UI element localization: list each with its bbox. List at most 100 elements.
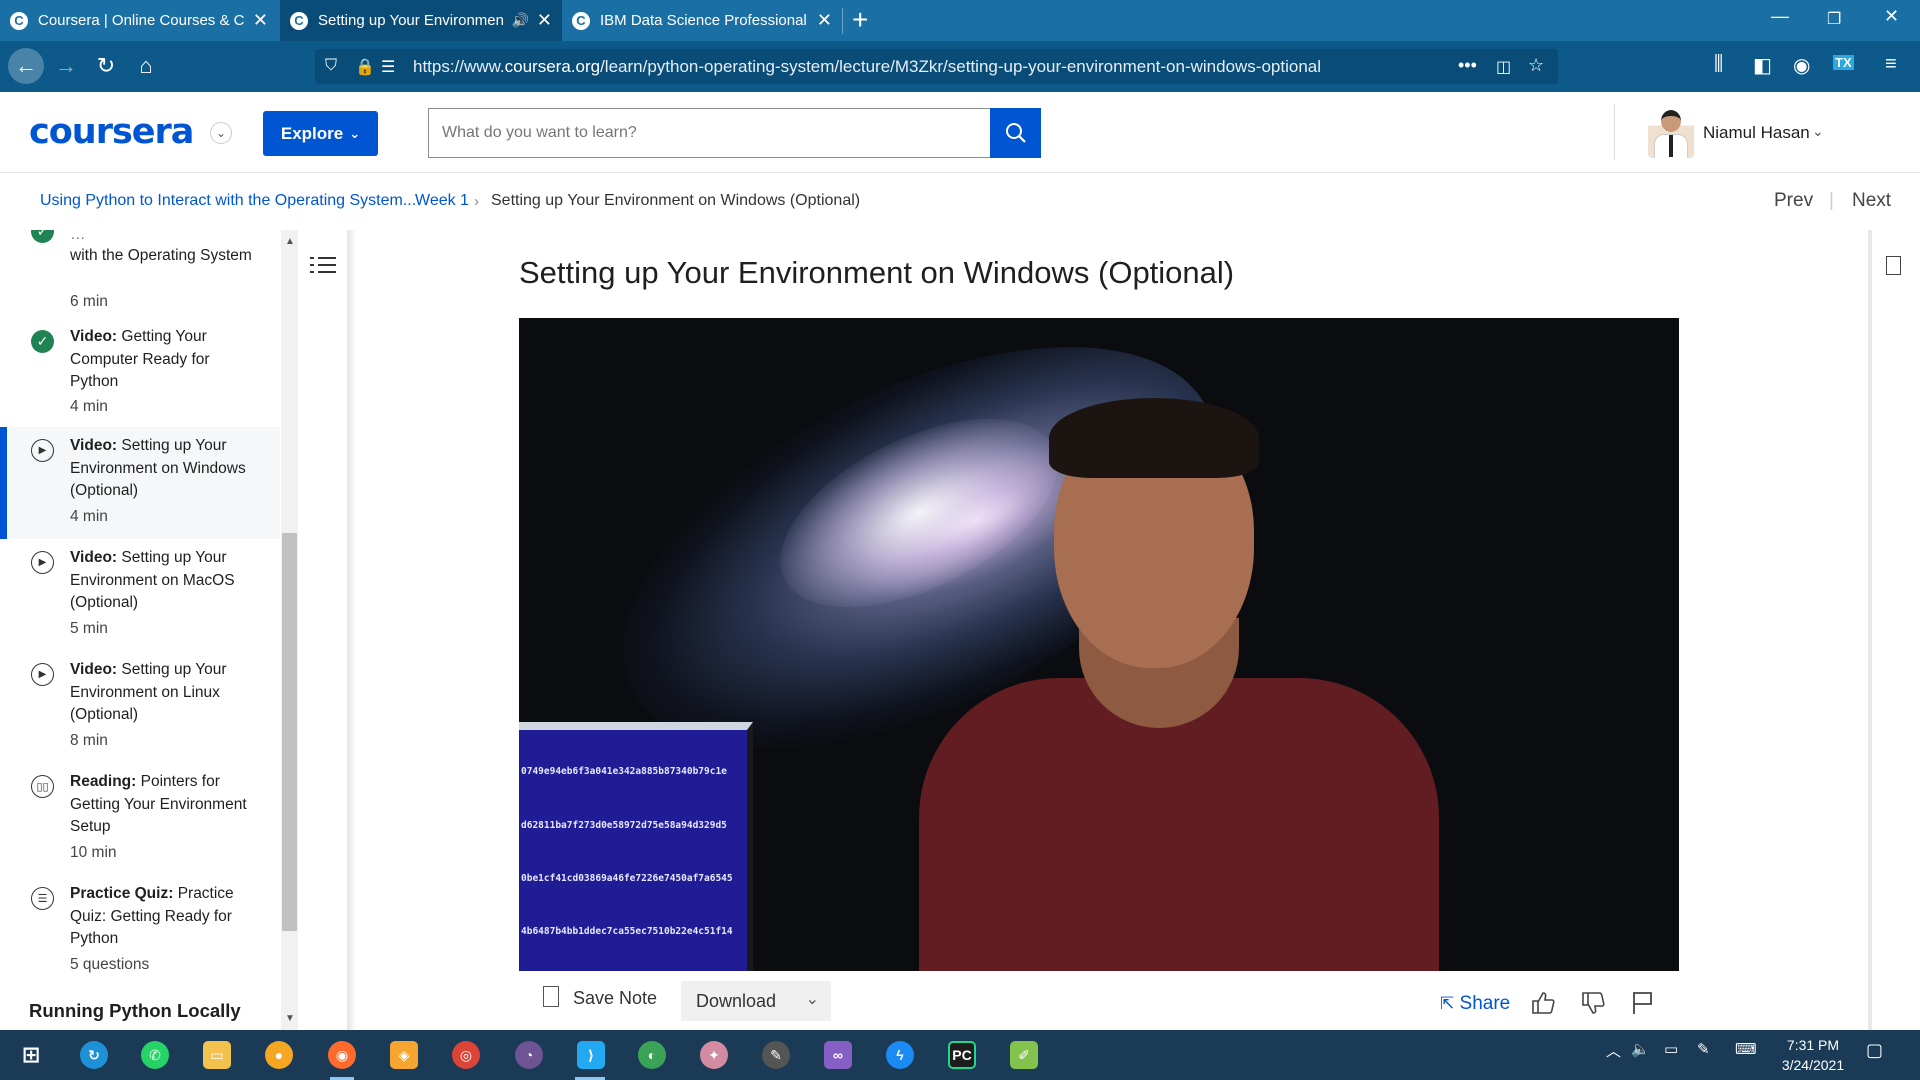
breadcrumb: Using Python to Interact with the Operat… (0, 174, 1920, 230)
thumbs-down-icon[interactable] (1580, 990, 1606, 1016)
file-explorer-icon[interactable]: ▭ (203, 1041, 231, 1069)
explore-button[interactable]: Explore ⌄ (263, 111, 378, 156)
sidebar-item-text: Video: Setting up Your Environment on Ma… (70, 547, 260, 615)
share-button[interactable]: ⇱ Share (1440, 993, 1510, 1015)
user-name[interactable]: Niamul Hasan (1703, 123, 1810, 143)
check-icon: ✓ (31, 230, 54, 243)
close-tab-icon[interactable]: ✕ (537, 10, 552, 31)
outline-list-icon[interactable] (310, 252, 336, 278)
speaker-icon[interactable]: 🔊 (511, 12, 528, 29)
avatar[interactable] (1648, 108, 1694, 158)
more-actions-icon[interactable]: ••• (1458, 55, 1477, 76)
url-domain: coursera.org (504, 56, 601, 76)
forward-arrow-icon[interactable]: → (50, 50, 82, 82)
lock-icon[interactable]: 🔒 (355, 57, 375, 77)
monitor-hash-line: 0be1cf41cd03869a46fe7226e7450af7a6545 (521, 873, 733, 884)
browser-tab-coursera-home[interactable]: C Coursera | Online Courses & Cr ✕ (0, 0, 278, 41)
app-icon-ball[interactable]: ✦ (700, 1041, 728, 1069)
tab-title: IBM Data Science Professional (600, 12, 807, 29)
search-input[interactable] (428, 108, 991, 158)
network-icon[interactable]: ▭ (1664, 1040, 1678, 1058)
app-icon-yellow[interactable]: ● (265, 1041, 293, 1069)
shield-icon[interactable]: ⛉ (325, 57, 337, 75)
chevron-down-icon[interactable]: ⌄ (1812, 123, 1824, 140)
whatsapp-icon[interactable]: ✆ (141, 1041, 169, 1069)
account-icon[interactable]: ◉ (1793, 53, 1810, 78)
quiz-icon: ☰ (31, 887, 54, 910)
video-player[interactable]: 0749e94eb6f3a041e342a885b87340b79c1e d62… (519, 318, 1679, 971)
volume-icon[interactable]: 🔈 (1631, 1040, 1650, 1058)
sidebar-toggle-icon[interactable]: ◧ (1753, 53, 1772, 78)
chevron-down-icon[interactable]: ⌄ (210, 122, 232, 144)
bookmark-star-icon[interactable]: ☆ (1528, 55, 1544, 76)
list-item[interactable]: ▶ Video: Setting up Your Environment on … (0, 651, 280, 763)
sidebar-item-meta: 4 min (70, 508, 108, 525)
scroll-down-icon[interactable]: ▼ (285, 1013, 295, 1024)
app-icon-sync[interactable]: ↻ (80, 1041, 108, 1069)
back-arrow-icon[interactable]: ← (8, 48, 44, 84)
messenger-icon[interactable]: ϟ (886, 1041, 914, 1069)
app-icon-globe[interactable]: ◐ (638, 1041, 666, 1069)
breadcrumb-week-link[interactable]: Week 1 (415, 192, 469, 210)
close-tab-icon[interactable]: ✕ (253, 10, 268, 31)
tray-expand-icon[interactable]: ︿ (1606, 1040, 1621, 1061)
list-item[interactable]: ▶ Video: Setting up Your Environment on … (0, 539, 280, 651)
app-icon-green[interactable]: ✐ (1010, 1041, 1038, 1069)
browser-tab-ibm[interactable]: C IBM Data Science Professional ✕ (562, 0, 842, 41)
url-bar[interactable]: ⛉ 🔒 ☰ https://www.coursera.org/learn/pyt… (315, 49, 1558, 84)
reload-icon[interactable]: ↻ (90, 50, 122, 82)
home-icon[interactable]: ⌂ (130, 50, 162, 82)
notifications-icon[interactable]: ▢ (1866, 1040, 1883, 1061)
chrome-icon[interactable]: ◎ (452, 1041, 480, 1069)
minimize-icon[interactable]: — (1771, 6, 1789, 27)
download-dropdown[interactable]: Download ⌄ (681, 981, 831, 1021)
chevron-right-icon: › (474, 193, 479, 210)
library-icon[interactable]: ⫼ (1714, 53, 1723, 76)
pocket-icon[interactable]: ◫ (1496, 57, 1511, 77)
restore-icon[interactable]: ❐ (1827, 9, 1841, 29)
share-label: Share (1459, 993, 1511, 1014)
permissions-icon[interactable]: ☰ (381, 57, 395, 77)
play-icon: ▶ (31, 663, 54, 686)
search-button[interactable] (990, 108, 1041, 158)
list-item[interactable]: ▶ Video: Setting up Your Environment on … (0, 427, 280, 539)
taskbar-clock[interactable]: 7:31 PM 3/24/2021 (1778, 1035, 1848, 1075)
app-icon-orange[interactable]: ◈ (390, 1041, 418, 1069)
share-icon: ⇱ (1440, 994, 1455, 1013)
close-window-icon[interactable]: ✕ (1884, 6, 1899, 27)
hamburger-menu-icon[interactable]: ≡ (1885, 53, 1897, 76)
save-note-button[interactable]: Save Note (543, 984, 657, 1009)
browser-tab-lecture[interactable]: C Setting up Your Environmen 🔊 ✕ (280, 0, 562, 41)
list-item[interactable]: ✓ Video: Getting Your Computer Ready for… (0, 323, 280, 435)
inkscape-icon[interactable]: ✎ (762, 1041, 790, 1069)
monitor-hash-line: d62811ba7f273d0e58972d75e58a94d329d5 (521, 820, 727, 831)
pen-icon[interactable]: ✎ (1697, 1040, 1710, 1058)
visual-studio-icon[interactable]: ∞ (824, 1041, 852, 1069)
instructor-figure (879, 378, 1439, 971)
list-item[interactable]: ▯▯ Reading: Pointers for Getting Your En… (0, 763, 280, 875)
coursera-logo[interactable]: coursera (29, 112, 194, 152)
close-tab-icon[interactable]: ✕ (817, 10, 832, 31)
thumbs-up-icon[interactable] (1530, 990, 1556, 1016)
next-button[interactable]: Next (1852, 190, 1891, 212)
list-item[interactable]: ☰ Practice Quiz: Practice Quiz: Getting … (0, 875, 280, 987)
notes-panel-icon[interactable] (1886, 256, 1901, 275)
scroll-up-icon[interactable]: ▲ (285, 236, 295, 247)
sidebar-scrollbar-thumb[interactable] (282, 533, 297, 931)
url-path: /learn/python-operating-system/lecture/M… (600, 56, 1322, 76)
flag-icon[interactable] (1630, 990, 1656, 1016)
item-type-label: Video: (70, 661, 118, 678)
tab-separator (842, 8, 843, 34)
github-desktop-icon[interactable]: ◔ (515, 1041, 543, 1069)
vscode-icon[interactable]: ⟩ (577, 1041, 605, 1069)
list-item[interactable]: ✓ … with the Operating System 6 min (0, 230, 280, 312)
firefox-icon[interactable]: ◉ (328, 1041, 356, 1069)
pycharm-icon[interactable]: PC (948, 1041, 976, 1069)
extension-icon[interactable]: TX (1833, 55, 1854, 70)
url-text[interactable]: https://www.coursera.org/learn/python-op… (413, 57, 1321, 77)
windows-start-icon[interactable]: ⊞ (17, 1041, 45, 1069)
prev-button[interactable]: Prev (1774, 190, 1813, 212)
keyboard-icon[interactable]: ⌨ (1735, 1040, 1757, 1058)
breadcrumb-course-link[interactable]: Using Python to Interact with the Operat… (40, 192, 416, 210)
new-tab-plus-icon[interactable]: + (852, 6, 868, 34)
